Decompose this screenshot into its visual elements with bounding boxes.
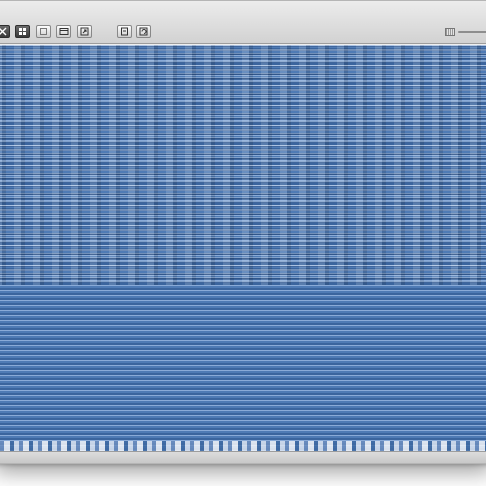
expand-arrows-icon: [18, 27, 27, 36]
resize-icon: [80, 27, 89, 36]
status-bar: [0, 451, 486, 463]
view-coverflow-button[interactable]: [77, 25, 92, 38]
view-list-button[interactable]: [36, 25, 51, 38]
zoom-slider[interactable]: [458, 31, 486, 33]
view-columns-button[interactable]: [56, 25, 71, 38]
close-x-icon: [0, 27, 7, 36]
view-fullscreen-button[interactable]: [15, 25, 30, 38]
columns-icon: [59, 27, 69, 36]
refresh-button[interactable]: [136, 25, 151, 38]
image-preview[interactable]: [0, 44, 486, 453]
rotate-icon: [139, 27, 148, 36]
action-button[interactable]: [117, 25, 132, 38]
toolbar: [0, 1, 486, 44]
app-window: [0, 0, 486, 464]
page-icon: [120, 27, 129, 36]
view-icons-button[interactable]: [0, 25, 10, 38]
list-icon: [39, 27, 48, 36]
preview-artifacts: [0, 45, 486, 285]
thumbnail-icon: [445, 28, 455, 36]
